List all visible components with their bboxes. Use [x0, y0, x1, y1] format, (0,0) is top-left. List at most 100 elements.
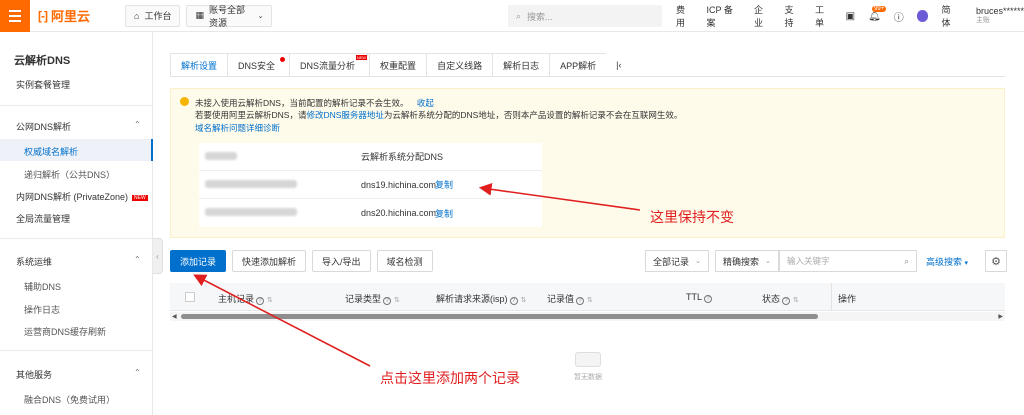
keyword-input[interactable]: 输入关键字 ⌕ [779, 250, 917, 272]
diagnose-link[interactable]: 域名解析问题详细诊断 [195, 122, 280, 134]
help-icon: ? [576, 297, 585, 305]
account-resources-dropdown[interactable]: ▦ 账号全部资源 ⌄ [186, 4, 273, 28]
red-dot-icon [280, 57, 286, 62]
global-search-input[interactable]: ⌕ 搜索... [508, 5, 662, 27]
copy-link[interactable]: 复制 [435, 178, 453, 191]
sidebar-item-global-traffic[interactable]: 全局流量管理 [16, 212, 70, 225]
advanced-search-link[interactable]: 高级搜索 ▾ [926, 255, 968, 268]
tab-app-resolve[interactable]: APP解析 [549, 53, 608, 77]
domain-check-button[interactable]: 域名检测 [376, 250, 433, 272]
col-value[interactable]: 记录值? ⇅ [547, 292, 593, 305]
blurred-text [205, 179, 297, 190]
chevron-up-icon[interactable]: ⌃ [134, 368, 141, 377]
tab-custom-line[interactable]: 自定义线路 [426, 53, 494, 77]
col-host[interactable]: 主机记录? ⇅ [218, 292, 273, 305]
avatar-icon[interactable] [916, 10, 929, 22]
gear-icon[interactable]: ⚙ [985, 250, 1007, 272]
nav-support[interactable]: 支持 [785, 3, 803, 29]
tab-underline [170, 76, 1005, 77]
col-isp[interactable]: 解析请求来源(isp)? ⇅ [436, 292, 526, 305]
sidebar-section-other[interactable]: 其他服务 [16, 368, 52, 381]
arrow-right-icon[interactable]: ▶ [998, 313, 1003, 320]
notice-line1: 未接入使用云解析DNS，当前配置的解析记录不会生效。 收起 [195, 98, 434, 108]
add-record-button[interactable]: 添加记录 [170, 250, 227, 272]
chevron-up-icon[interactable]: ⌃ [134, 255, 141, 264]
import-export-button[interactable]: 导入/导出 [312, 250, 371, 272]
tab-dns-traffic[interactable]: DNS流量分析 NEW [289, 53, 371, 77]
sidebar: 云解析DNS 实例套餐管理 公网DNS解析 ⌃ 权威域名解析 递归解析（公共DN… [0, 32, 153, 415]
nav-cost[interactable]: 费用 [676, 3, 694, 29]
search-mode-select[interactable]: 精确搜索 ⌄ [715, 250, 779, 272]
table-row: dns19.hichina.com 复制 [199, 171, 542, 199]
select-all-checkbox[interactable] [185, 292, 195, 302]
menu-icon[interactable] [0, 0, 30, 32]
col-status[interactable]: 状态? ⇅ [762, 292, 799, 305]
language-switch[interactable]: 简体 [941, 3, 959, 29]
tab-resolve-settings[interactable]: 解析设置 [170, 53, 229, 77]
table-row: dns20.hichina.com 复制 [199, 199, 542, 227]
chevron-down-icon: ⌄ [257, 12, 264, 20]
help-icon: ? [383, 297, 392, 305]
aliyun-logo[interactable]: [-] 阿里云 [38, 6, 118, 25]
nav-icp[interactable]: ICP 备案 [707, 3, 741, 29]
sort-icon: ⇅ [793, 297, 799, 304]
sidebar-item-isp-cache[interactable]: 运营商DNS缓存刷新 [24, 325, 106, 338]
new-badge: NEW [355, 55, 368, 60]
notification-badge: 99+ [872, 5, 887, 12]
bell-icon[interactable]: 🔔︎ 99+ [868, 5, 887, 22]
help-icon: ? [704, 295, 713, 303]
copy-link[interactable]: 复制 [435, 207, 453, 220]
sidebar-item-aux-dns[interactable]: 辅助DNS [24, 280, 61, 293]
help-icon[interactable]: ⓘ [894, 9, 904, 24]
sidebar-section-ops[interactable]: 系统运维 [16, 255, 52, 268]
collapse-link[interactable]: 收起 [417, 98, 434, 108]
sidebar-item-recursive[interactable]: 递归解析（公共DNS） [24, 168, 115, 181]
warning-icon [180, 97, 189, 106]
scrollbar-thumb[interactable] [181, 314, 818, 319]
sidebar-item-instance[interactable]: 实例套餐管理 [16, 78, 70, 91]
sidebar-collapse-handle[interactable]: ‹ [153, 238, 163, 274]
sidebar-item-op-log[interactable]: 操作日志 [24, 303, 60, 316]
sidebar-item-fusion-dns[interactable]: 融合DNS（免费试用） [24, 393, 115, 406]
annotation-keep: 这里保持不变 [650, 209, 734, 225]
tab-resolve-log[interactable]: 解析日志 [492, 53, 551, 77]
user-menu[interactable]: bruces****** 主账 [976, 6, 1024, 26]
sidebar-item-authoritative[interactable]: 权威域名解析 [24, 145, 78, 158]
help-icon: ? [256, 297, 265, 305]
blurred-text [205, 151, 237, 162]
nav-ticket[interactable]: 工单 [815, 3, 833, 29]
col-actions: 操作 [838, 294, 857, 304]
record-filter-select[interactable]: 全部记录 ⌄ [645, 250, 709, 272]
col-type[interactable]: 记录类型? ⇅ [345, 292, 400, 305]
terminal-icon[interactable]: ▣ [846, 11, 855, 22]
sort-icon: ⇅ [520, 297, 527, 304]
horizontal-scrollbar[interactable]: ◀ ▶ [170, 312, 1005, 321]
help-icon: ? [782, 297, 791, 305]
nav-enterprise[interactable]: 企业 [754, 3, 772, 29]
table-header: 云解析系统分配DNS [199, 143, 542, 171]
notice-line2: 若要使用阿里云解析DNS，请修改DNS服务器地址为云解析系统分配的DNS地址，否… [195, 110, 683, 120]
tab-dns-security[interactable]: DNS安全 [227, 53, 291, 77]
divider [0, 105, 152, 106]
sidebar-item-private-zone[interactable]: 内网DNS解析 (PrivateZone) NEW [16, 190, 148, 203]
divider [0, 238, 152, 239]
sort-icon: ⇅ [267, 297, 273, 304]
divider [831, 283, 832, 311]
tab-bar: 解析设置 DNS安全 DNS流量分析 NEW 权重配置 自定义线路 解析日志 AP… [170, 53, 632, 77]
caret-down-icon: ▾ [964, 260, 969, 267]
chevron-up-icon[interactable]: ⌃ [134, 120, 141, 129]
sidebar-section-public-dns[interactable]: 公网DNS解析 [16, 120, 71, 133]
arrow-left-icon[interactable]: ◀ [172, 313, 177, 320]
quick-add-button[interactable]: 快速添加解析 [232, 250, 307, 272]
col-ttl[interactable]: TTL? [686, 292, 713, 303]
modify-dns-link[interactable]: 修改DNS服务器地址 [306, 110, 383, 120]
help-icon: ? [509, 297, 518, 305]
workbench-button[interactable]: ⌂ 工作台 [125, 4, 181, 27]
chevron-down-icon: ⌄ [695, 258, 701, 265]
empty-box-icon [575, 352, 601, 367]
record-toolbar: 添加记录 快速添加解析 导入/导出 域名检测 [170, 250, 433, 272]
dns-server-table: 云解析系统分配DNS dns19.hichina.com 复制 dns20.hi… [199, 143, 542, 227]
dns-notice: 未接入使用云解析DNS，当前配置的解析记录不会生效。 收起 若要使用阿里云解析D… [170, 88, 1005, 238]
tab-weight[interactable]: 权重配置 [369, 53, 428, 77]
tab-scroll-left-icon[interactable]: |‹ [606, 53, 632, 77]
